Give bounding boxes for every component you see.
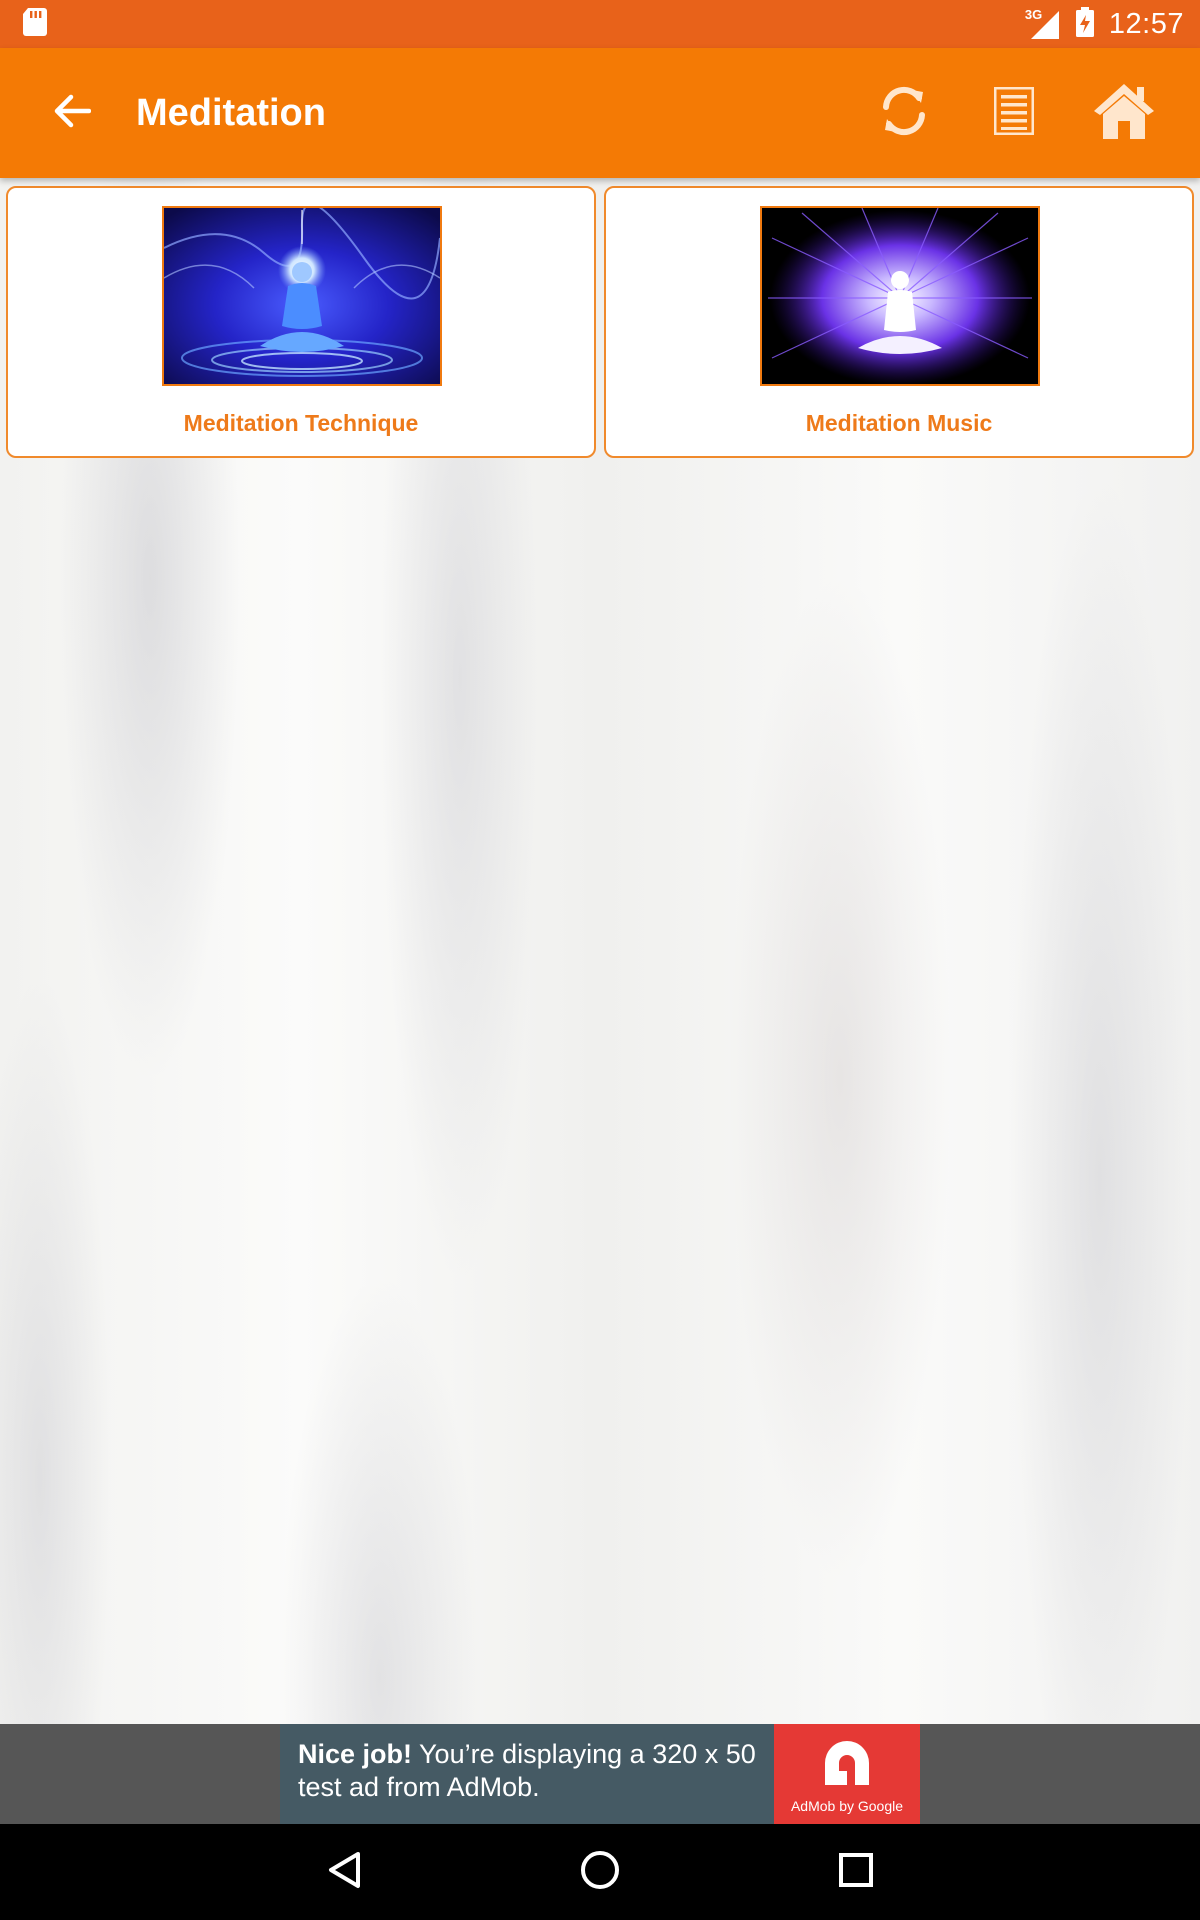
back-button[interactable] <box>32 73 112 153</box>
content-area: Meditation Technique Meditation Music <box>0 178 1200 1724</box>
signal-icon: 3G <box>1025 7 1061 39</box>
list-icon <box>993 86 1035 140</box>
card-meditation-technique[interactable]: Meditation Technique <box>6 186 596 458</box>
list-button[interactable] <box>966 65 1062 161</box>
meditation-technique-image <box>162 206 442 386</box>
card-label: Meditation Music <box>805 410 993 436</box>
nav-recents-button[interactable] <box>796 1824 916 1920</box>
ad-text: Nice job! You’re displaying a 320 x 50 t… <box>280 1724 774 1824</box>
admob-icon <box>819 1735 875 1796</box>
meditation-music-image <box>760 206 1040 386</box>
recents-icon <box>838 1852 874 1893</box>
card-label: Meditation Technique <box>183 410 419 436</box>
ad-banner[interactable]: Nice job! You’re displaying a 320 x 50 t… <box>280 1724 920 1824</box>
home-icon <box>1092 81 1156 146</box>
status-time: 12:57 <box>1108 7 1184 40</box>
ad-headline: Nice job! <box>298 1739 413 1769</box>
refresh-icon <box>877 84 931 143</box>
nav-back-button[interactable] <box>284 1824 404 1920</box>
page-title: Meditation <box>136 91 326 134</box>
sd-card-icon <box>22 7 48 41</box>
nav-bar <box>0 1824 1200 1920</box>
status-bar: 3G 12:57 <box>0 0 1200 48</box>
home-circle-icon <box>579 1849 621 1896</box>
admob-logo: AdMob by Google <box>774 1724 920 1824</box>
app-bar: Meditation <box>0 48 1200 178</box>
category-grid: Meditation Technique Meditation Music <box>6 186 1194 458</box>
back-triangle-icon <box>326 1850 362 1895</box>
home-button[interactable] <box>1076 65 1172 161</box>
card-meditation-music[interactable]: Meditation Music <box>604 186 1194 458</box>
arrow-left-icon <box>53 94 92 133</box>
nav-home-button[interactable] <box>540 1824 660 1920</box>
ad-logo-caption: AdMob by Google <box>790 1797 904 1814</box>
battery-icon <box>1075 6 1095 42</box>
refresh-button[interactable] <box>856 65 952 161</box>
ad-area: Nice job! You’re displaying a 320 x 50 t… <box>0 1724 1200 1824</box>
